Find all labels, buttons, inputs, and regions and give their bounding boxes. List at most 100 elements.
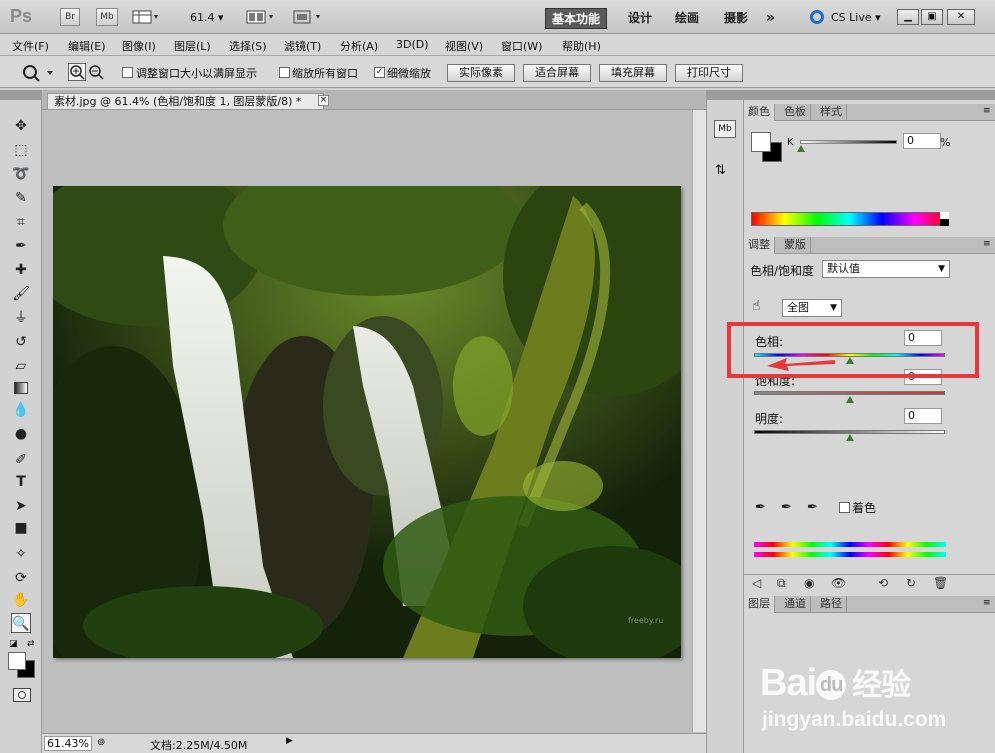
gradient-tool-icon[interactable] [11,378,31,398]
clip-layer-icon[interactable]: ◉ [804,576,814,590]
saturation-slider-track[interactable] [754,391,945,395]
3d-orbit-tool-icon[interactable]: ⟳ [11,568,31,588]
quick-selection-tool-icon[interactable]: ✎ [11,188,31,208]
expand-view-icon[interactable]: ⧉ [777,576,786,591]
panel-menu-icon[interactable]: ≡ [983,239,991,249]
minimize-button[interactable]: ▁ [897,9,919,25]
tab-paths[interactable]: 路径 [816,596,847,613]
eyedropper-tool-icon[interactable]: ✒ [11,236,31,256]
foreground-swatch[interactable] [751,132,771,152]
zoom-out-button[interactable] [88,64,104,80]
healing-brush-tool-icon[interactable]: ✚ [11,260,31,280]
swap-colors-icon[interactable]: ⇄ [27,639,35,649]
colorize-checkbox[interactable] [839,502,850,513]
screen-mode-button[interactable] [292,9,326,25]
trash-icon[interactable]: 🗑 [933,576,948,590]
brush-tool-icon[interactable]: 🖌 [11,284,31,304]
saturation-slider-thumb[interactable] [846,396,854,403]
menu-file[interactable]: 文件(F) [12,38,49,54]
menu-analysis[interactable]: 分析(A) [340,38,378,54]
dodge-tool-icon[interactable]: ● [11,424,31,444]
scrubby-zoom-checkbox[interactable]: ✓ [374,67,385,78]
tab-channels[interactable]: 通道 [780,596,811,613]
menu-window[interactable]: 窗口(W) [501,38,542,54]
panel-dock-header[interactable] [706,90,744,100]
targeted-adjustment-hand-icon[interactable]: ☝ [752,298,761,314]
tab-styles[interactable]: 样式 [816,104,847,121]
zoom-tool-icon[interactable]: 🔍 [11,613,31,633]
default-colors-icon[interactable]: ◪ [9,639,18,649]
zoom-all-windows-checkbox[interactable] [279,67,290,78]
menu-layer[interactable]: 图层(L) [174,38,211,54]
3d-rotate-tool-icon[interactable]: ✧ [11,544,31,564]
menu-help[interactable]: 帮助(H) [562,38,601,54]
view-extras-button[interactable] [132,9,162,25]
tab-color[interactable]: 颜色 [744,104,775,121]
crop-tool-icon[interactable]: ⌗ [11,212,31,232]
mini-bridge-panel-button[interactable]: Mb [714,120,736,138]
preset-dropdown[interactable]: 默认值 ▼ [822,260,950,278]
maximize-button[interactable]: ▣ [921,9,943,25]
tab-swatches[interactable]: 色板 [780,104,811,121]
menu-view[interactable]: 视图(V) [445,38,483,54]
blur-tool-icon[interactable]: 💧 [11,400,31,420]
quick-mask-button[interactable] [13,688,31,702]
menu-image[interactable]: 图像(I) [122,38,156,54]
spectrum-black-swatch[interactable] [940,219,949,226]
mini-bridge-button[interactable]: Mb [96,8,118,26]
panel-menu-icon[interactable]: ≡ [983,598,991,608]
canvas-image[interactable]: freeby.ru [53,186,681,658]
vertical-scrollbar[interactable] [692,110,706,732]
hand-tool-icon[interactable]: ✋ [11,590,31,610]
workspace-photography[interactable]: 摄影 [718,8,754,29]
tab-adjustments[interactable]: 调整 [744,237,775,254]
type-tool-icon[interactable]: T [11,472,31,492]
tab-masks[interactable]: 蒙版 [780,237,811,254]
pen-tool-icon[interactable]: ✐ [11,450,31,470]
workspace-painting[interactable]: 绘画 [669,8,705,29]
lasso-tool-icon[interactable]: ➰ [11,164,31,184]
zoom-in-button[interactable] [68,63,86,81]
k-value-input[interactable]: 0 [903,133,941,149]
view-previous-icon[interactable]: ⟲ [878,576,888,590]
tab-layers[interactable]: 图层 [744,596,775,613]
history-brush-tool-icon[interactable]: ↺ [11,332,31,352]
k-slider-track[interactable] [800,140,897,144]
arrange-documents-button[interactable] [246,9,278,25]
bridge-button[interactable]: Br [60,8,80,26]
color-spectrum-ramp[interactable] [751,212,948,226]
fill-screen-button[interactable]: 填充屏幕 [599,64,667,82]
actual-pixels-button[interactable]: 实际像素 [447,64,515,82]
fit-screen-button[interactable]: 适合屏幕 [523,64,591,82]
tools-panel-header[interactable] [0,90,42,100]
cs-live-button[interactable]: CS Live ▾ [831,11,881,24]
visibility-eye-icon[interactable]: 👁 [831,576,846,590]
panel-menu-icon[interactable]: ≡ [983,106,991,116]
workspace-essentials[interactable]: 基本功能 [545,8,608,29]
clone-stamp-tool-icon[interactable]: ⏚ [11,308,31,328]
reset-icon[interactable]: ↻ [906,576,916,590]
channel-dropdown[interactable]: 全图 ▼ [782,299,842,317]
shape-tool-icon[interactable]: ■ [11,518,31,538]
tool-preset-picker[interactable] [20,63,60,83]
document-tab[interactable]: 素材.jpg @ 61.4% (色相/饱和度 1, 图层蒙版/8) * [47,93,325,109]
print-size-button[interactable]: 打印尺寸 [675,64,743,82]
zoom-percent-field[interactable]: 61.43% [44,736,92,751]
menu-edit[interactable]: 编辑(E) [68,38,106,54]
eraser-tool-icon[interactable]: ▱ [11,356,31,376]
lightness-value-input[interactable]: 0 [904,408,942,424]
path-selection-tool-icon[interactable]: ➤ [11,496,31,516]
zoom-level-dropdown[interactable]: 61.4 ▾ [190,11,224,24]
menu-3d[interactable]: 3D(D) [396,38,429,51]
menu-filter[interactable]: 滤镜(T) [284,38,321,54]
close-document-button[interactable]: × [318,95,329,106]
lightness-slider-thumb[interactable] [846,434,854,441]
marquee-tool-icon[interactable]: ⬚ [11,140,31,160]
spectrum-white-swatch[interactable] [940,212,949,219]
k-slider-thumb[interactable] [797,145,805,152]
workspace-design[interactable]: 设计 [622,8,658,29]
move-tool-icon[interactable]: ✥ [11,116,31,136]
foreground-color-swatch[interactable] [8,652,26,670]
back-arrow-icon[interactable]: ◁ [752,576,761,590]
eyedropper-icon[interactable]: ✒ [755,500,766,515]
